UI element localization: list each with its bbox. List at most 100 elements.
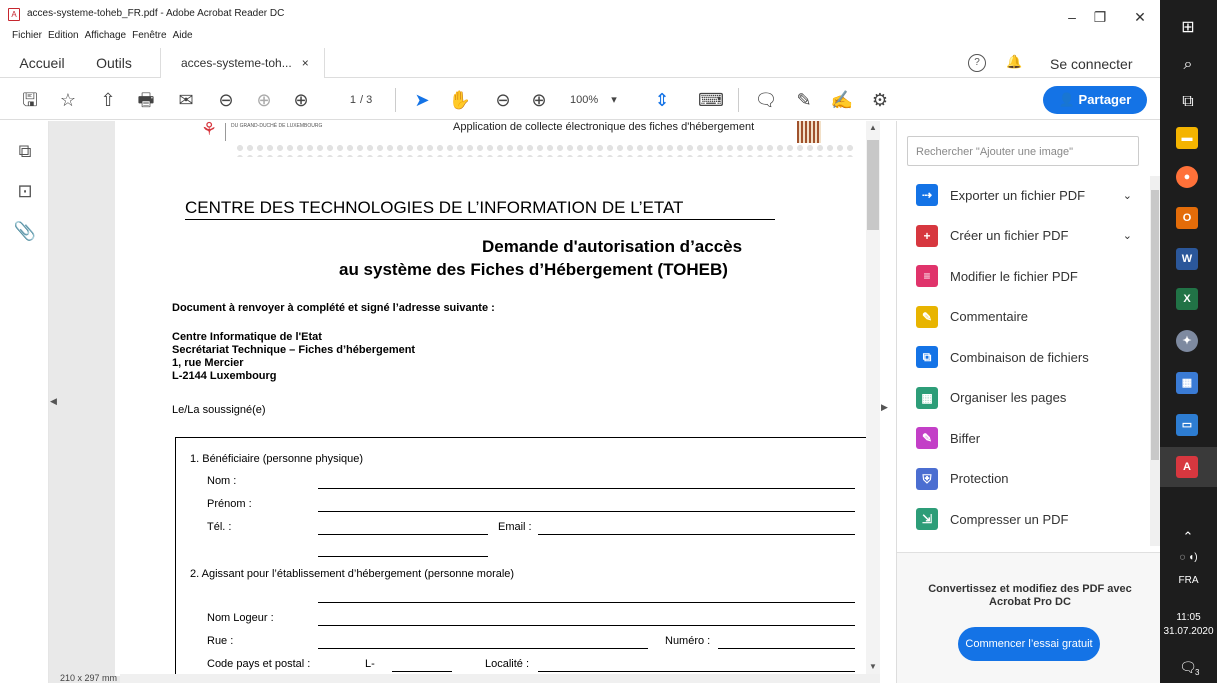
search-icon[interactable]: ⌕ xyxy=(1172,50,1204,80)
outlook-icon[interactable]: O xyxy=(1176,207,1198,229)
promo-panel xyxy=(897,552,1160,683)
tools-search-input[interactable]: Rechercher "Ajouter une image" xyxy=(907,136,1139,166)
bell-icon[interactable]: 🔔 xyxy=(1006,54,1022,70)
search-zoom-icon[interactable]: ⊖ xyxy=(210,82,242,118)
section-beneficiary: 1. Bénéficiaire (personne physique) xyxy=(190,453,364,465)
window-title: acces-systeme-toheb_FR.pdf - Adobe Acrob… xyxy=(27,8,285,19)
screen-icon[interactable]: ▭ xyxy=(1176,414,1198,436)
chevron-left-icon[interactable]: ⌃ xyxy=(1172,522,1204,552)
tool-item[interactable]: ⧉ Combinaison de fichiers xyxy=(916,342,1146,372)
close-button[interactable]: ✕ xyxy=(1120,6,1160,28)
file-explorer-icon[interactable]: ▬ xyxy=(1176,127,1198,149)
attachments-icon[interactable]: 📎 xyxy=(12,218,38,244)
address-line: Secrétariat Technique – Fiches d’héberge… xyxy=(172,344,416,356)
firefox-icon[interactable]: ● xyxy=(1176,166,1198,188)
prev-page-icon[interactable]: ⊕ xyxy=(248,82,280,118)
chevron-down-icon[interactable]: ⌄ xyxy=(1123,189,1132,202)
zoom-in-icon[interactable]: ⊕ xyxy=(523,82,555,118)
tool-item[interactable]: ▦ Organiser les pages xyxy=(916,383,1146,413)
app-grid-icon[interactable]: ▦ xyxy=(1176,372,1198,394)
label-rue: Rue : xyxy=(207,635,234,647)
more-tools-icon[interactable]: ⚙ xyxy=(864,82,896,118)
share-button[interactable]: 👤 Partager xyxy=(1043,86,1147,114)
tools-pane-scroll-thumb[interactable] xyxy=(1151,190,1159,460)
network-volume-icon[interactable]: ◌ ◖) xyxy=(1160,552,1217,563)
decorative-dots xyxy=(235,143,855,157)
word-icon[interactable]: W xyxy=(1176,248,1198,270)
doc-header-app: Application de collecte électronique des… xyxy=(453,121,755,133)
task-view-icon[interactable]: ⧉ xyxy=(1172,87,1204,117)
tool-item[interactable]: ⇢ Exporter un fichier PDF ⌄ xyxy=(916,180,1146,210)
next-page-icon[interactable]: ⊕ xyxy=(285,82,317,118)
zoom-select[interactable]: 100% ▾ xyxy=(570,92,630,108)
menu-fenetre[interactable]: Fenêtre xyxy=(132,30,166,41)
tool-label: Biffer xyxy=(950,430,981,446)
clock-date[interactable]: 31.07.2020 xyxy=(1160,626,1217,637)
toolbar-divider xyxy=(395,88,396,112)
pages-thumbnail-icon[interactable]: ⧉ xyxy=(12,138,38,164)
bookmark-star-icon[interactable]: ☆ xyxy=(52,82,84,118)
notification-icon[interactable]: 🗨 xyxy=(1172,652,1204,682)
tool-icon: ⧉ xyxy=(916,346,938,368)
fit-page-icon[interactable]: ⇕ xyxy=(646,82,678,118)
menu-fichier[interactable]: Fichier xyxy=(12,30,42,41)
document-horizontal-scrollbar[interactable] xyxy=(120,674,880,683)
tool-icon: ✎ xyxy=(916,305,938,328)
tab-document[interactable]: acces-systeme-toh... × xyxy=(160,48,325,78)
collapse-left-arrow-icon[interactable]: ◀ xyxy=(50,396,57,407)
upload-icon[interactable]: ⇧ xyxy=(92,82,124,118)
keyboard-icon[interactable]: ⌨ xyxy=(695,82,727,118)
tab-outils[interactable]: Outils xyxy=(84,48,144,78)
tool-icon: ⇢ xyxy=(916,184,938,206)
paint-icon[interactable]: ✦ xyxy=(1176,330,1198,352)
windows-start-icon[interactable]: ⊞ xyxy=(1172,13,1204,43)
acrobat-taskbar-icon[interactable]: A xyxy=(1176,456,1198,478)
email-icon[interactable]: ✉ xyxy=(170,82,202,118)
hand-tool-icon[interactable]: ✋ xyxy=(444,82,476,118)
clock-time[interactable]: 11:05 xyxy=(1160,612,1217,623)
comment-icon[interactable]: 🗨 xyxy=(750,82,782,118)
excel-icon[interactable]: X xyxy=(1176,288,1198,310)
page-total: / 3 xyxy=(360,94,373,106)
document-scroll-thumb[interactable] xyxy=(867,140,879,230)
menu-aide[interactable]: Aide xyxy=(173,30,193,41)
tool-label: Protection xyxy=(950,471,1009,486)
tab-close-icon[interactable]: × xyxy=(302,56,309,70)
scroll-up-arrow-icon[interactable]: ▲ xyxy=(869,123,877,132)
tool-item[interactable]: ≡ Modifier le fichier PDF xyxy=(916,261,1146,291)
promo-text: Convertissez et modifiez des PDF avec Ac… xyxy=(928,583,1132,608)
label-email: Email : xyxy=(498,521,532,533)
language-indicator[interactable]: FRA xyxy=(1160,575,1217,586)
pen-icon[interactable]: ✎ xyxy=(788,82,820,118)
zoom-value: 100% xyxy=(570,94,599,106)
menu-affichage[interactable]: Affichage xyxy=(85,30,127,41)
chevron-down-icon[interactable]: ⌄ xyxy=(1123,229,1132,242)
bookmarks-icon[interactable]: ⊡ xyxy=(12,178,38,204)
maximize-button[interactable]: ❐ xyxy=(1080,6,1120,28)
scroll-down-arrow-icon[interactable]: ▼ xyxy=(869,662,877,671)
sign-in-link[interactable]: Se connecter xyxy=(1050,56,1133,72)
tool-item[interactable]: ⇲ Compresser un PDF xyxy=(916,504,1146,534)
sign-icon[interactable]: ✍ xyxy=(826,82,858,118)
page-number-input[interactable]: 1 xyxy=(330,92,356,108)
tool-item[interactable]: ✎ Biffer xyxy=(916,423,1146,453)
pdf-page: ⚘ DU GRAND-DUCHÉ DE LUXEMBOURG Applicati… xyxy=(115,121,867,676)
help-icon[interactable]: ? xyxy=(968,54,986,72)
tab-accueil[interactable]: Accueil xyxy=(12,48,72,78)
tool-item[interactable]: + Créer un fichier PDF ⌄ xyxy=(916,221,1146,251)
tool-item[interactable]: ✎ Commentaire xyxy=(916,302,1146,332)
doc-title-line2: au système des Fiches d’Hébergement (TOH… xyxy=(339,260,728,279)
select-tool-icon[interactable]: ➤ xyxy=(406,82,438,118)
free-trial-button[interactable]: Commencer l’essai gratuit xyxy=(958,627,1100,661)
tool-label: Compresser un PDF xyxy=(950,511,1069,527)
tool-icon: ▦ xyxy=(916,386,938,409)
collapse-right-arrow-icon[interactable]: ▶ xyxy=(881,402,888,413)
menu-edition[interactable]: Edition xyxy=(48,30,79,41)
tab-document-label: acces-systeme-toh... xyxy=(181,56,292,70)
tool-item[interactable]: ⛨ Protection xyxy=(916,464,1146,494)
tool-label: Combinaison de fichiers xyxy=(950,349,1089,365)
print-icon[interactable]: 🖶 xyxy=(130,82,162,118)
zoom-out-icon[interactable]: ⊖ xyxy=(487,82,519,118)
save-icon[interactable]: 🖫 xyxy=(14,82,46,118)
label-l-prefix: L- xyxy=(365,658,375,670)
